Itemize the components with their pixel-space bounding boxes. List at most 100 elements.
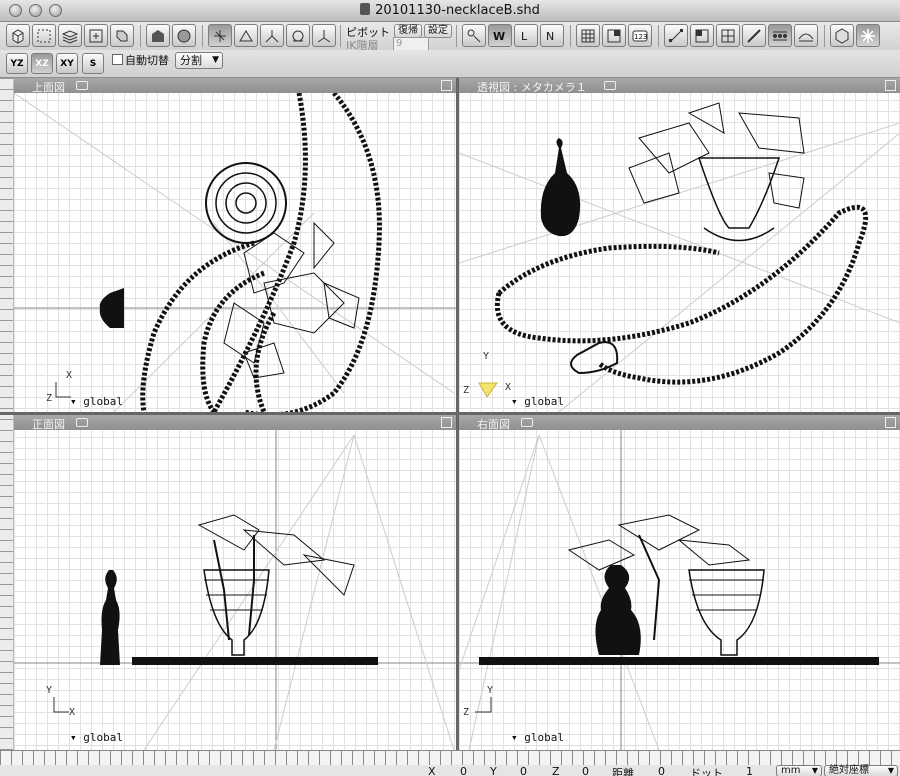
top-view-canvas[interactable]: X Z ▾ global	[14, 93, 456, 412]
ik-level-stepper[interactable]: 9	[393, 37, 429, 51]
restore-button[interactable]: 復帰	[394, 24, 422, 38]
cross-icon	[721, 29, 735, 42]
status-bar: X 0 Y 0 Z 0 距離 0 ドット 1 mm ▼ 絶対座標 ▼	[0, 750, 900, 776]
unit-select-value: mm	[781, 765, 801, 776]
world-tool[interactable]: W	[488, 24, 512, 47]
joint-tool-4[interactable]	[286, 24, 310, 47]
main-toolbar: ピボット 復帰 設定 IK階層 9 W L N 123	[0, 22, 900, 52]
status-y-label: Y	[490, 765, 497, 776]
joint-tool-1[interactable]	[208, 24, 232, 47]
bridge-tool[interactable]	[794, 24, 818, 47]
link-tool[interactable]	[110, 24, 134, 47]
object-icon	[152, 29, 164, 42]
right-view-canvas[interactable]: Y Z ▾ global	[459, 430, 900, 750]
settings-button[interactable]: 設定	[424, 24, 452, 38]
part-icon	[89, 29, 103, 42]
view-xz-label: XZ	[35, 58, 49, 69]
snap-tool[interactable]	[602, 24, 626, 47]
view-xy-button[interactable]: XY	[56, 53, 78, 74]
front-view-viewport[interactable]: 正面図 Y X ▾ global	[14, 415, 456, 750]
status-x-label: X	[428, 765, 436, 776]
local-tool[interactable]: L	[514, 24, 538, 47]
normal-tool[interactable]: N	[540, 24, 564, 47]
svg-text:123: 123	[634, 33, 647, 41]
right-coord-system[interactable]: ▾ global	[511, 731, 564, 744]
cube-icon	[12, 28, 24, 44]
grid-tool[interactable]	[576, 24, 600, 47]
front-view-canvas[interactable]: Y X ▾ global	[14, 430, 456, 750]
persp-axis-z-label: Z	[463, 385, 470, 396]
top-view-viewport[interactable]: 上面図 X Z ▾ global	[14, 78, 456, 412]
view-yz-label: YZ	[10, 58, 24, 69]
perspective-viewport[interactable]: 透視図 : メタカメラ１ Y Z X ▾ global	[459, 78, 900, 412]
perspective-coord-system[interactable]: ▾ global	[511, 395, 564, 408]
maximize-view-icon[interactable]	[885, 417, 896, 428]
object-mode-button[interactable]	[146, 24, 170, 47]
part-tool[interactable]	[84, 24, 108, 47]
hexagon-icon	[835, 27, 849, 44]
joint-tool-2[interactable]	[234, 24, 258, 47]
split-select[interactable]: 分割 ▼	[175, 52, 223, 69]
split-select-value: 分割	[180, 54, 202, 67]
joint-tool-5[interactable]	[312, 24, 336, 47]
status-dot-value: 1	[746, 765, 753, 776]
move-icon	[467, 29, 481, 42]
edge-tool[interactable]	[664, 24, 688, 47]
coord-mode-select[interactable]: 絶対座標 ▼	[824, 765, 898, 776]
status-dot-label: ドット	[690, 767, 723, 776]
bridge-icon	[798, 33, 814, 41]
numeric-icon: 123	[632, 30, 648, 41]
move-tool[interactable]	[462, 24, 486, 47]
right-coord-text: global	[524, 731, 564, 744]
window-title: 20101130-necklaceB.shd	[0, 3, 900, 18]
maximize-view-icon[interactable]	[441, 417, 452, 428]
face-tool[interactable]	[690, 24, 714, 47]
svg-text:N: N	[546, 30, 554, 43]
camera-icon[interactable]	[521, 418, 533, 427]
viewport-divider-horizontal[interactable]	[0, 412, 900, 415]
select-rect-icon	[37, 29, 51, 42]
chevron-down-icon: ▼	[811, 766, 818, 775]
right-axis-z-label: Z	[463, 707, 470, 718]
joint-icon	[214, 29, 226, 42]
status-distance-label: 距離	[612, 767, 634, 776]
layers-icon	[61, 29, 79, 44]
right-view-viewport[interactable]: 右面図 Y Z ▾ global	[459, 415, 900, 750]
joint-tool-3[interactable]	[260, 24, 284, 47]
camera-icon[interactable]	[604, 81, 616, 90]
auto-switch-checkbox[interactable]	[112, 54, 123, 65]
bone-icon	[239, 29, 253, 41]
view-yz-button[interactable]: YZ	[6, 53, 28, 74]
perspective-canvas[interactable]: Y Z X ▾ global	[459, 93, 900, 412]
persp-axis-y-label: Y	[483, 351, 490, 362]
view-s-button[interactable]: S	[82, 53, 104, 74]
connect-tool[interactable]	[768, 24, 792, 47]
numeric-tool[interactable]: 123	[628, 24, 652, 47]
chevron-down-icon: ▼	[212, 55, 219, 65]
svg-text:W: W	[493, 30, 505, 43]
render-tool[interactable]	[830, 24, 854, 47]
front-coord-system[interactable]: ▾ global	[70, 731, 123, 744]
perspective-header: 透視図 : メタカメラ１	[459, 78, 900, 94]
top-coord-text: global	[83, 395, 123, 408]
select-tool[interactable]	[32, 24, 56, 47]
camera-icon[interactable]	[76, 418, 88, 427]
unit-select[interactable]: mm ▼	[776, 765, 822, 776]
create-cube-tool[interactable]	[6, 24, 30, 47]
cross-tool[interactable]	[716, 24, 740, 47]
layers-tool[interactable]	[58, 24, 82, 47]
persp-axis-x-label: X	[505, 382, 512, 393]
maximize-view-icon[interactable]	[885, 80, 896, 91]
coord-mode-value: 絶対座標	[829, 765, 869, 776]
shape-mode-button[interactable]	[172, 24, 196, 47]
top-coord-system[interactable]: ▾ global	[70, 395, 123, 408]
knife-tool[interactable]	[742, 24, 766, 47]
status-z-value: 0	[582, 765, 589, 776]
snap-icon	[607, 29, 621, 42]
camera-icon[interactable]	[76, 81, 88, 90]
status-y-value: 0	[520, 765, 527, 776]
light-tool[interactable]	[856, 24, 880, 47]
horizontal-ruler	[0, 751, 900, 765]
view-xz-button[interactable]: XZ	[31, 53, 53, 74]
maximize-view-icon[interactable]	[441, 80, 452, 91]
